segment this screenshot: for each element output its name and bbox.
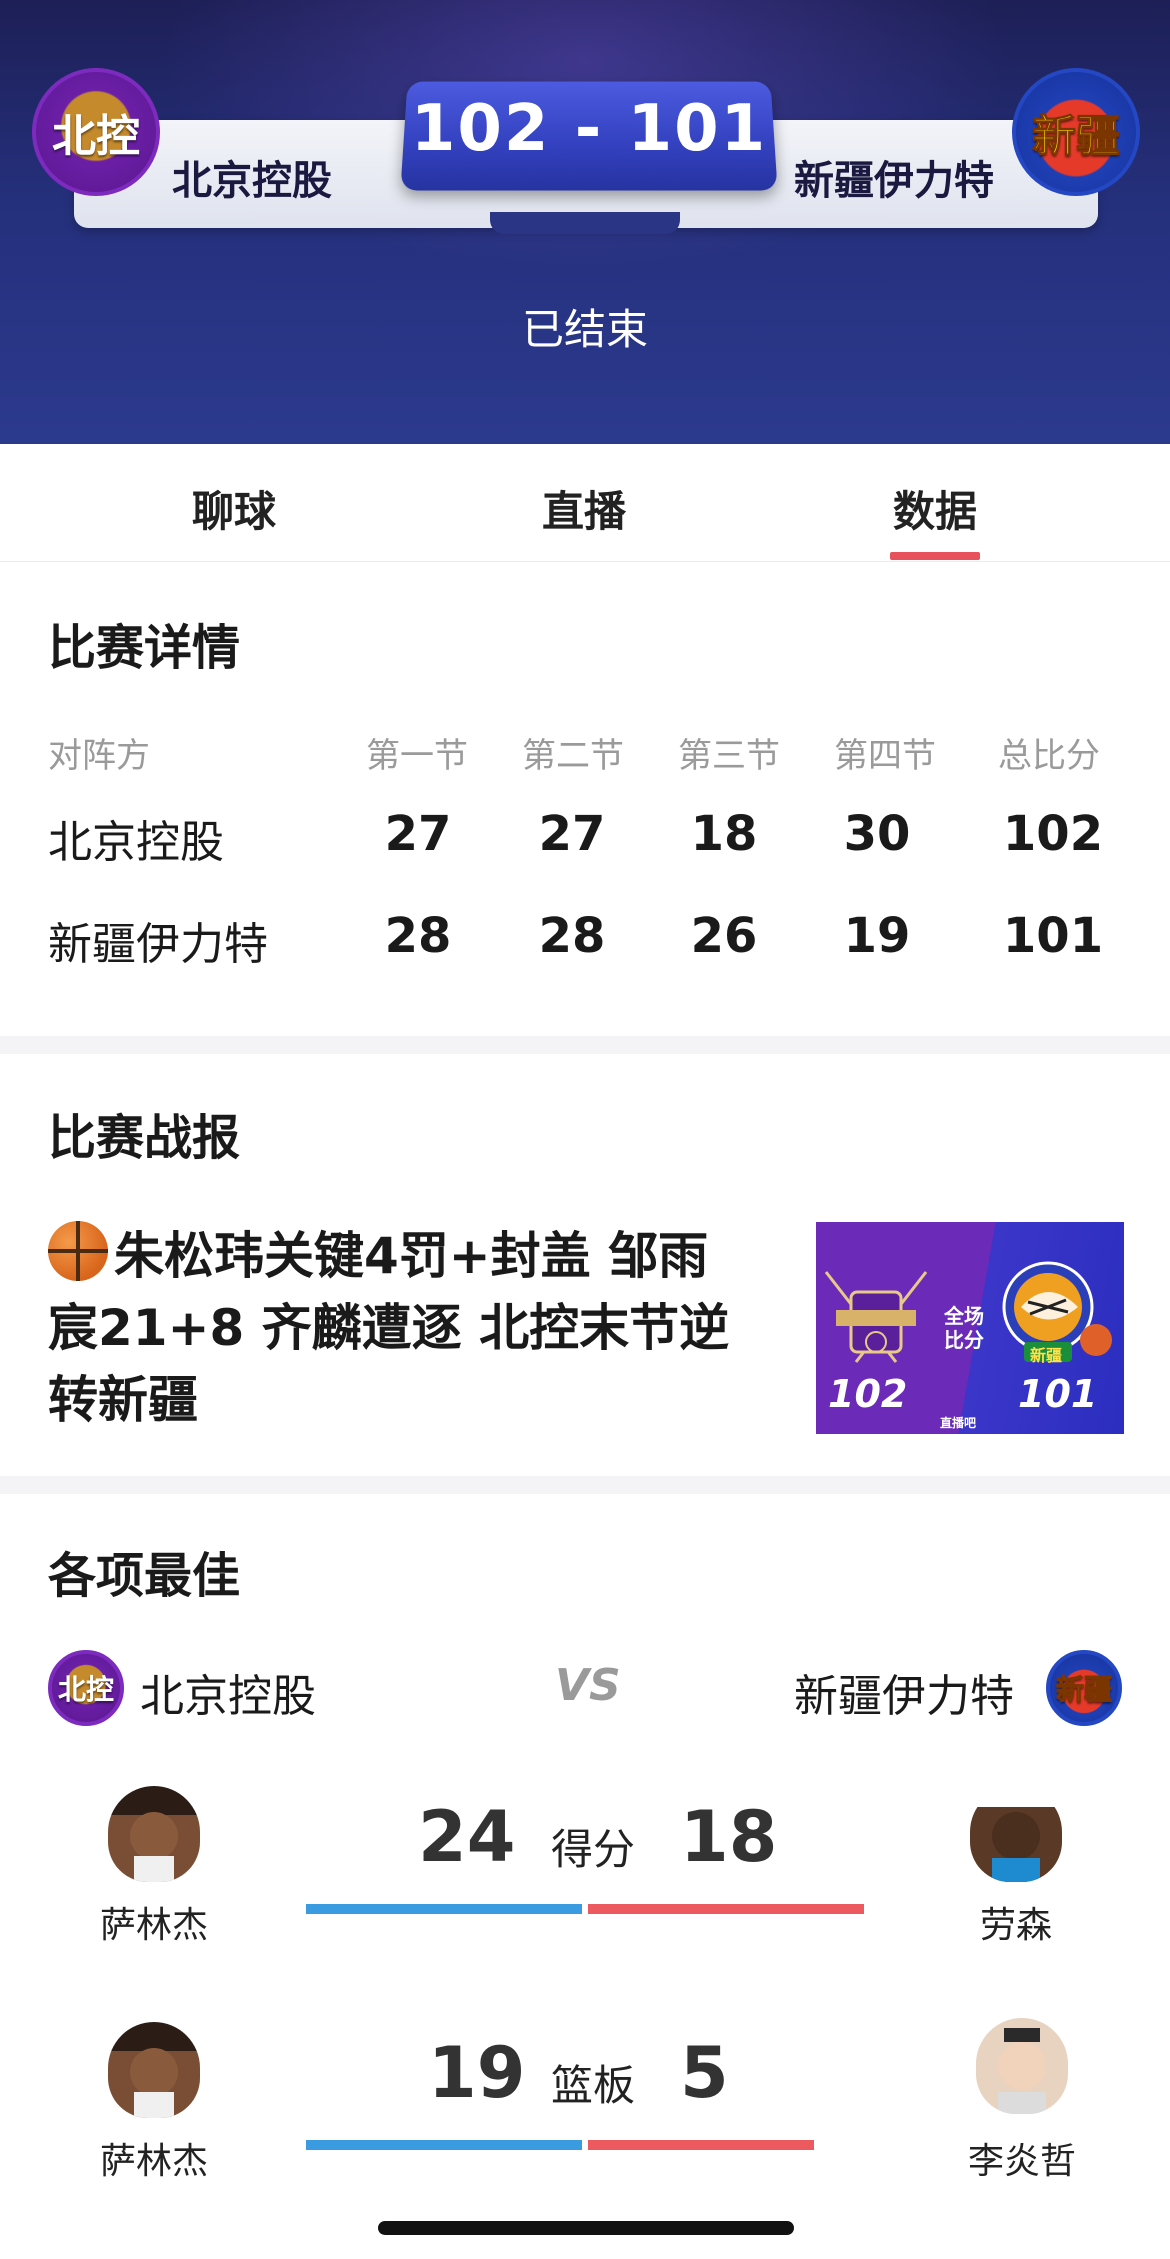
player-face-icon	[108, 1786, 200, 1882]
away-stat-bar	[588, 1904, 864, 1914]
away-stat-bar	[588, 2140, 814, 2150]
away-stat-value: 18	[680, 1796, 777, 1878]
player-face-icon	[970, 1786, 1062, 1882]
stat-label: 篮板	[533, 2052, 653, 2113]
table-row-team: 新疆伊力特	[48, 908, 268, 972]
leaders-away-team: 新疆伊力特	[794, 1660, 1014, 1724]
table-row-team: 北京控股	[48, 806, 224, 870]
column-header-team: 对阵方	[48, 728, 150, 777]
home-team-logo[interactable]: 北控	[32, 68, 160, 196]
home-player-name[interactable]: 萨林杰	[54, 1896, 254, 1948]
tab-data[interactable]: 数据	[815, 478, 1055, 539]
table-cell: 101	[978, 908, 1128, 964]
tab-live[interactable]: 直播	[464, 478, 704, 539]
table-cell: 28	[497, 908, 647, 964]
section-divider	[0, 1036, 1170, 1054]
basketball-icon	[48, 1221, 108, 1281]
match-header: 102 - 101 北控 北京控股 新疆 新疆伊力特 已结束	[0, 0, 1170, 444]
table-cell: 30	[802, 806, 952, 862]
table-cell: 28	[343, 908, 493, 964]
player-face-icon	[976, 2018, 1068, 2114]
table-cell: 18	[649, 806, 799, 862]
home-stat-bar	[306, 1904, 582, 1914]
thumbnail-caption: 比分	[944, 1324, 984, 1353]
recap-title: 比赛战报	[48, 1098, 240, 1168]
player-face-icon	[108, 2022, 200, 2118]
home-stat-value: 19	[428, 2032, 525, 2114]
player-avatar[interactable]	[976, 2018, 1068, 2114]
away-player-name[interactable]: 李炎哲	[922, 2132, 1122, 2184]
player-avatar[interactable]	[108, 2022, 200, 2118]
home-stat-value: 24	[418, 1796, 515, 1878]
leaders-home-team: 北京控股	[140, 1660, 316, 1724]
away-stat-value: 5	[680, 2032, 729, 2114]
match-status: 已结束	[0, 296, 1170, 357]
stat-label: 得分	[533, 1816, 653, 1877]
tab-bar: 聊球 直播 数据	[0, 444, 1170, 562]
final-score: 102 - 101	[404, 92, 774, 166]
tab-chat[interactable]: 聊球	[114, 478, 354, 539]
table-cell: 26	[649, 908, 799, 964]
recap-thumbnail[interactable]: 全场 比分 新疆 102 101 直播吧	[816, 1222, 1124, 1434]
table-cell: 27	[343, 806, 493, 862]
table-cell: 102	[978, 806, 1128, 862]
column-header-total: 总比分	[998, 728, 1100, 777]
vs-label: VS	[555, 1660, 621, 1711]
home-team-name[interactable]: 北京控股	[172, 148, 332, 206]
recap-headline[interactable]: 朱松玮关键4罚+封盖 邹雨 宸21+8 齐麟遭逐 北控末节逆 转新疆	[48, 1220, 748, 1436]
home-stat-bar	[306, 2140, 582, 2150]
player-avatar[interactable]	[970, 1786, 1062, 1882]
section-divider	[0, 1476, 1170, 1494]
away-team-small-logo: 新疆	[1046, 1650, 1122, 1726]
away-player-name[interactable]: 劳森	[916, 1896, 1116, 1948]
active-tab-indicator	[890, 552, 980, 560]
away-team-name[interactable]: 新疆伊力特	[794, 148, 994, 206]
home-team-small-logo: 北控	[48, 1650, 124, 1726]
thumbnail-team-text: 新疆	[1030, 1342, 1062, 1366]
thumbnail-watermark: 直播吧	[940, 1414, 976, 1431]
match-page: 102 - 101 北控 北京控股 新疆 新疆伊力特 已结束 聊球 直播 数据 …	[0, 0, 1170, 2259]
thumbnail-home-score: 102	[828, 1372, 907, 1416]
home-indicator[interactable]	[378, 2221, 794, 2235]
column-header-q1: 第一节	[366, 728, 468, 777]
leaders-title: 各项最佳	[48, 1536, 240, 1606]
table-cell: 27	[497, 806, 647, 862]
table-cell: 19	[802, 908, 952, 964]
column-header-q4: 第四节	[834, 728, 936, 777]
column-header-q2: 第二节	[522, 728, 624, 777]
match-detail-title: 比赛详情	[48, 608, 240, 678]
away-team-logo[interactable]: 新疆	[1012, 68, 1140, 196]
home-player-name[interactable]: 萨林杰	[54, 2132, 254, 2184]
player-avatar[interactable]	[108, 1786, 200, 1882]
thumbnail-away-score: 101	[1018, 1372, 1097, 1416]
column-header-q3: 第三节	[678, 728, 780, 777]
